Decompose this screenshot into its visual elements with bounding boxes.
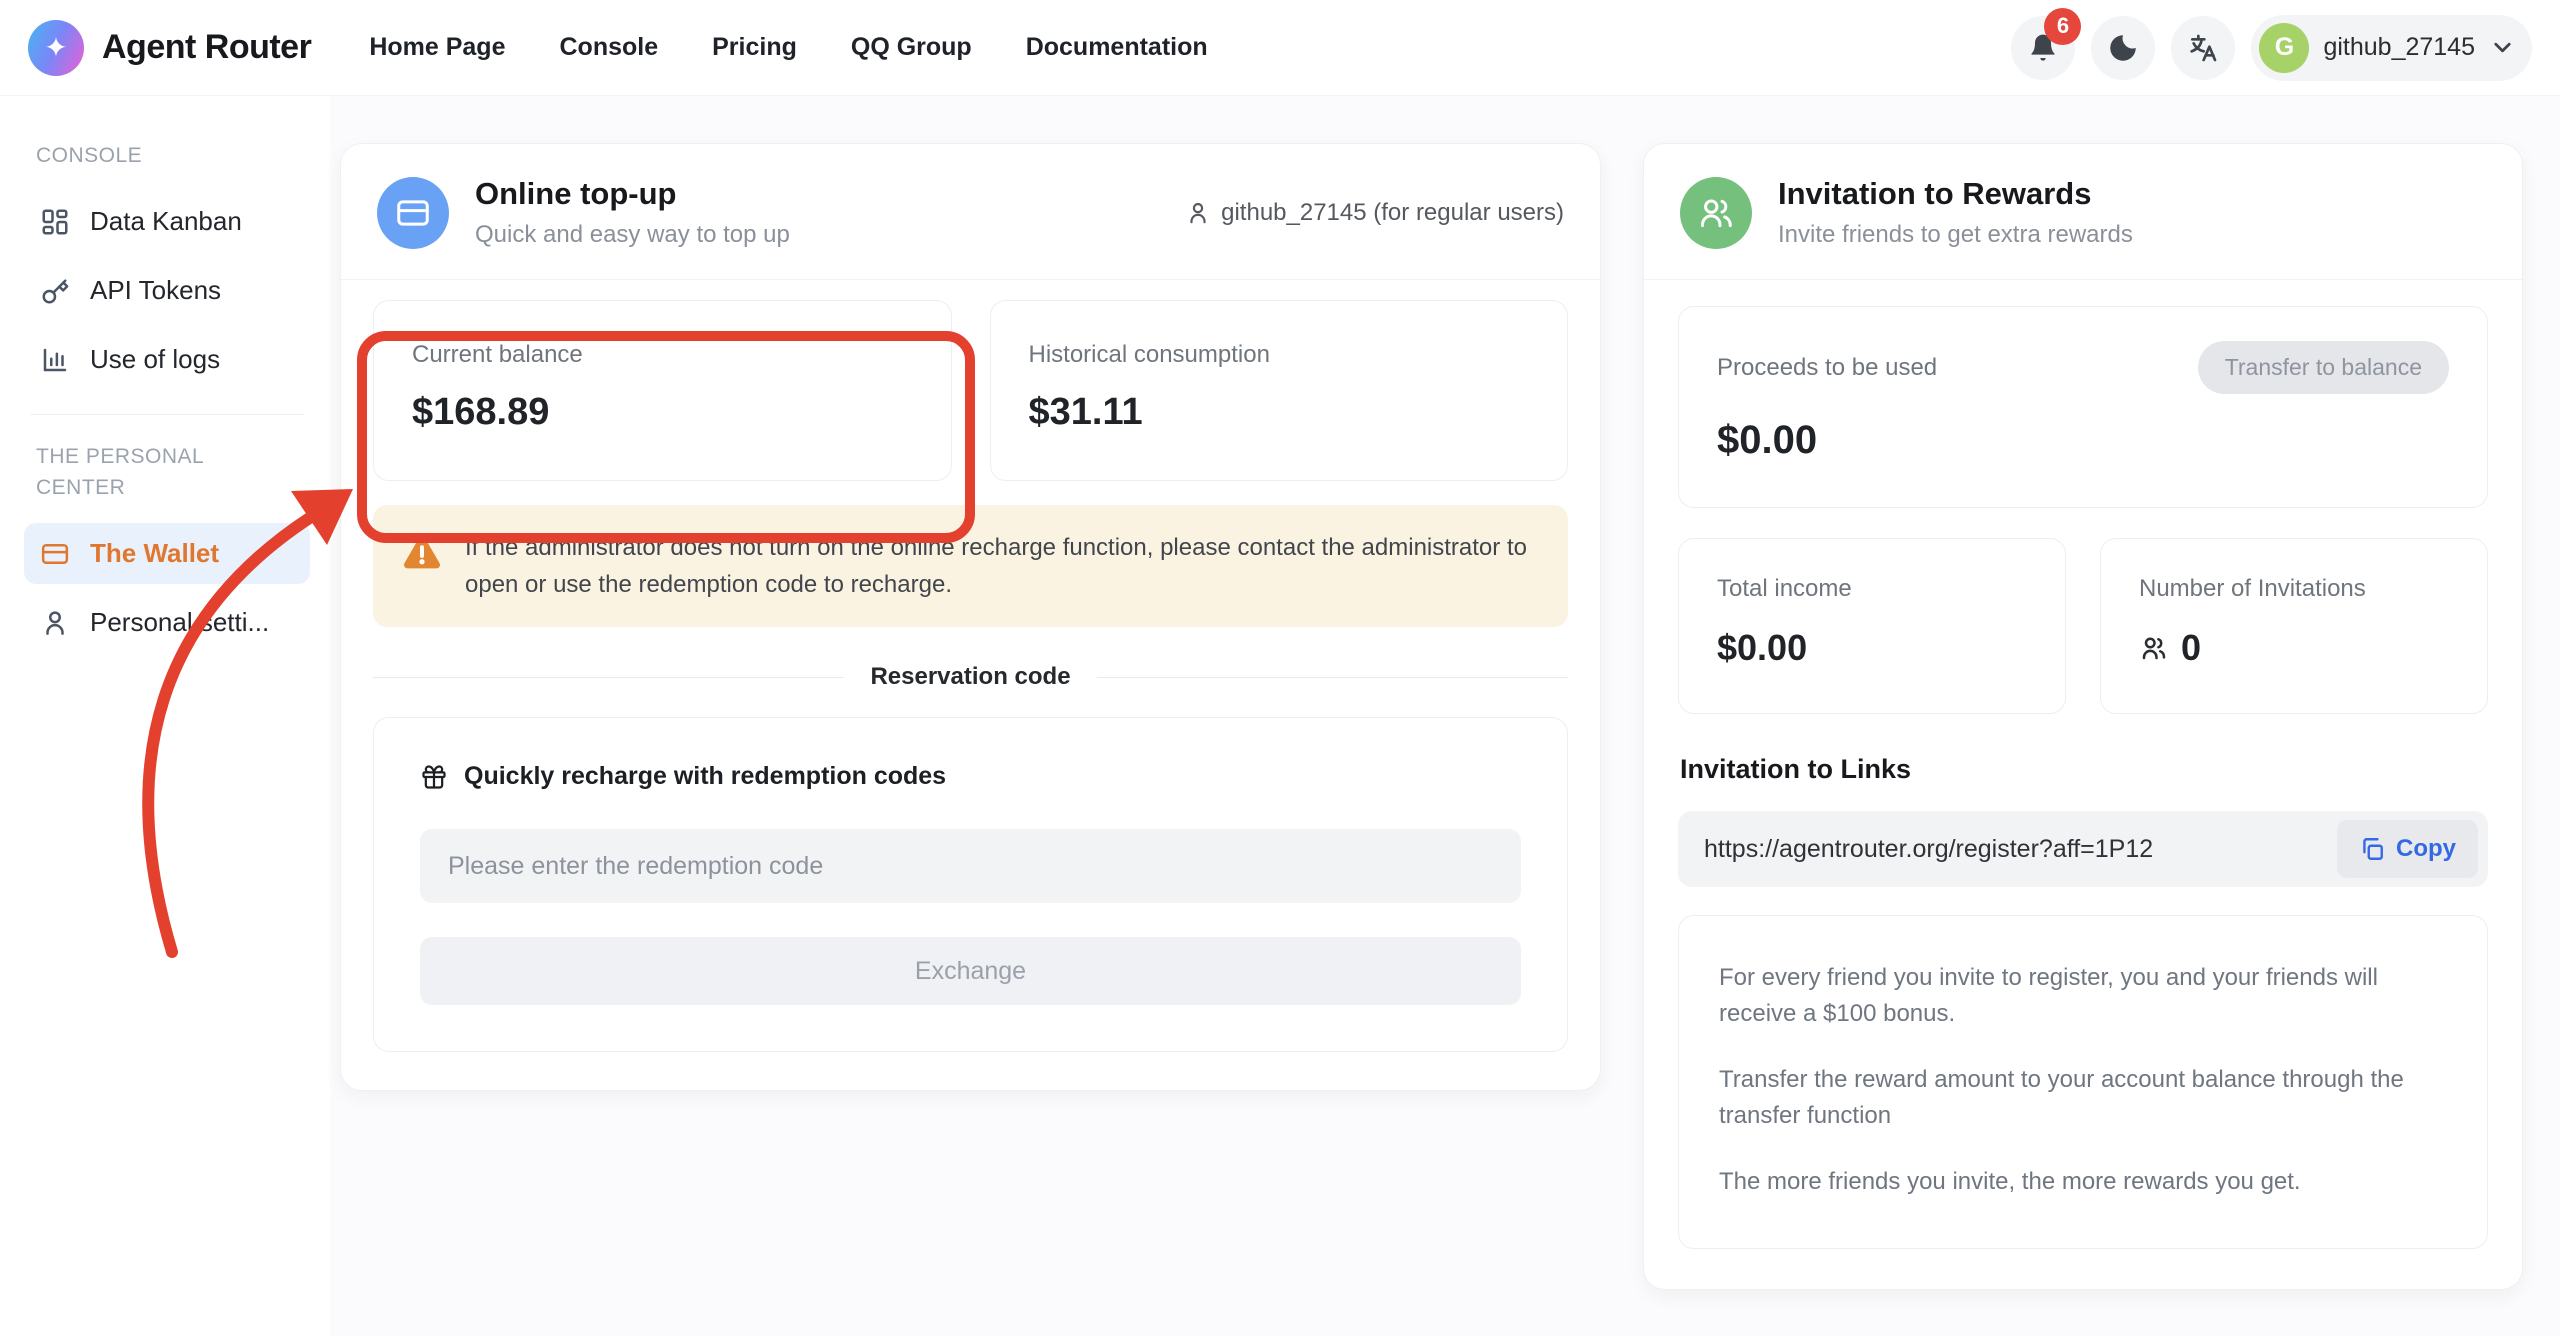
invite-note: The more friends you invite, the more re… [1719, 1164, 2447, 1200]
historical-consumption-value: $31.11 [1029, 391, 1530, 434]
moon-icon [2106, 31, 2140, 65]
invite-note: For every friend you invite to register,… [1719, 960, 2447, 1032]
sidebar-item-the-wallet[interactable]: The Wallet [24, 523, 310, 584]
invitation-link-url: https://agentrouter.org/register?aff=1P1… [1704, 835, 2337, 864]
wallet-icon [40, 539, 70, 569]
avatar: G [2259, 23, 2309, 73]
sidebar-item-use-of-logs[interactable]: Use of logs [24, 329, 310, 390]
gift-icon [420, 763, 448, 791]
dark-mode-button[interactable] [2091, 16, 2155, 80]
proceeds-box: Proceeds to be used Transfer to balance … [1678, 306, 2488, 508]
credit-card-icon [377, 177, 449, 249]
nav-pricing[interactable]: Pricing [712, 33, 797, 62]
current-balance-box: Current balance $168.89 [373, 300, 952, 481]
invitation-rewards-card: Invitation to Rewards Invite friends to … [1643, 143, 2523, 1290]
online-topup-card: Online top-up Quick and easy way to top … [340, 143, 1601, 1091]
topbar-actions: 6 G github_27145 [2011, 15, 2532, 81]
notifications-button[interactable]: 6 [2011, 16, 2075, 80]
invitations-count: 0 [2181, 627, 2201, 669]
invite-note: Transfer the reward amount to your accou… [1719, 1062, 2447, 1134]
nav-documentation[interactable]: Documentation [1026, 33, 1208, 62]
users-small-icon [2139, 633, 2169, 663]
transfer-to-balance-button[interactable]: Transfer to balance [2198, 341, 2449, 394]
sidebar-item-personal-settings[interactable]: Personal setti... [24, 592, 310, 653]
copy-icon [2359, 836, 2385, 862]
users-icon [1680, 177, 1752, 249]
proceeds-value: $0.00 [1717, 418, 2449, 463]
sidebar-item-label: Personal setti... [90, 607, 269, 638]
top-bar: ✦ Agent Router Home Page Console Pricing… [0, 0, 2560, 96]
sidebar-item-label: API Tokens [90, 275, 221, 306]
topup-title: Online top-up [475, 176, 790, 212]
translate-icon [2187, 32, 2219, 64]
key-icon [40, 276, 70, 306]
notification-badge: 6 [2044, 8, 2081, 45]
historical-consumption-label: Historical consumption [1029, 341, 1530, 369]
warning-text: If the administrator does not turn on th… [465, 529, 1540, 603]
total-income-label: Total income [1717, 575, 2027, 603]
current-balance-value: $168.89 [412, 391, 913, 434]
sidebar-section-personal-center: THE PERSONAL CENTER [36, 441, 246, 503]
user-icon [40, 608, 70, 638]
sidebar-item-label: Use of logs [90, 344, 220, 375]
language-button[interactable] [2171, 16, 2235, 80]
user-small-icon [1185, 200, 1211, 226]
reservation-code-label: Reservation code [870, 663, 1070, 691]
current-balance-label: Current balance [412, 341, 913, 369]
chevron-down-icon [2489, 34, 2516, 61]
brand-name: Agent Router [102, 28, 311, 67]
sidebar-section-console: CONSOLE [36, 140, 246, 171]
copy-label: Copy [2396, 835, 2456, 863]
invite-card-header: Invitation to Rewards Invite friends to … [1644, 144, 2522, 280]
user-name: github_27145 [2323, 33, 2475, 62]
brand-logo-icon: ✦ [28, 20, 84, 76]
sidebar-item-label: The Wallet [90, 538, 219, 569]
invitation-link-row: https://agentrouter.org/register?aff=1P1… [1678, 811, 2488, 887]
redemption-code-input[interactable] [420, 829, 1521, 903]
topup-subtitle: Quick and easy way to top up [475, 221, 790, 249]
admin-warning-banner: If the administrator does not turn on th… [373, 505, 1568, 627]
content-area: Online top-up Quick and easy way to top … [330, 96, 2560, 1336]
proceeds-label: Proceeds to be used [1717, 354, 1937, 382]
invite-subtitle: Invite friends to get extra rewards [1778, 221, 2133, 249]
redeem-title: Quickly recharge with redemption codes [464, 762, 946, 791]
warning-icon [401, 532, 443, 574]
nav-qq-group[interactable]: QQ Group [851, 33, 972, 62]
user-menu[interactable]: G github_27145 [2251, 15, 2532, 81]
topup-card-header: Online top-up Quick and easy way to top … [341, 144, 1600, 280]
invitation-links-title: Invitation to Links [1680, 754, 2486, 785]
kanban-icon [40, 207, 70, 237]
sidebar-item-data-kanban[interactable]: Data Kanban [24, 191, 310, 252]
invite-notes-box: For every friend you invite to register,… [1678, 915, 2488, 1249]
invitations-box: Number of Invitations 0 [2100, 538, 2488, 714]
sidebar-divider [30, 414, 304, 415]
account-info: github_27145 (for regular users) [1185, 199, 1564, 227]
redemption-box: Quickly recharge with redemption codes E… [373, 717, 1568, 1052]
nav-console[interactable]: Console [560, 33, 659, 62]
total-income-box: Total income $0.00 [1678, 538, 2066, 714]
sidebar-item-api-tokens[interactable]: API Tokens [24, 260, 310, 321]
copy-link-button[interactable]: Copy [2337, 820, 2478, 878]
invitations-label: Number of Invitations [2139, 575, 2449, 603]
main-nav: Home Page Console Pricing QQ Group Docum… [369, 33, 1207, 62]
reservation-code-divider: Reservation code [373, 663, 1568, 691]
historical-consumption-box: Historical consumption $31.11 [990, 300, 1569, 481]
bar-chart-icon [40, 345, 70, 375]
sidebar: CONSOLE Data Kanban API Tokens Use of lo… [0, 96, 330, 1336]
exchange-button[interactable]: Exchange [420, 937, 1521, 1005]
total-income-value: $0.00 [1717, 627, 2027, 669]
account-text: github_27145 (for regular users) [1221, 199, 1564, 227]
sidebar-item-label: Data Kanban [90, 206, 242, 237]
invite-title: Invitation to Rewards [1778, 176, 2133, 212]
nav-home-page[interactable]: Home Page [369, 33, 505, 62]
